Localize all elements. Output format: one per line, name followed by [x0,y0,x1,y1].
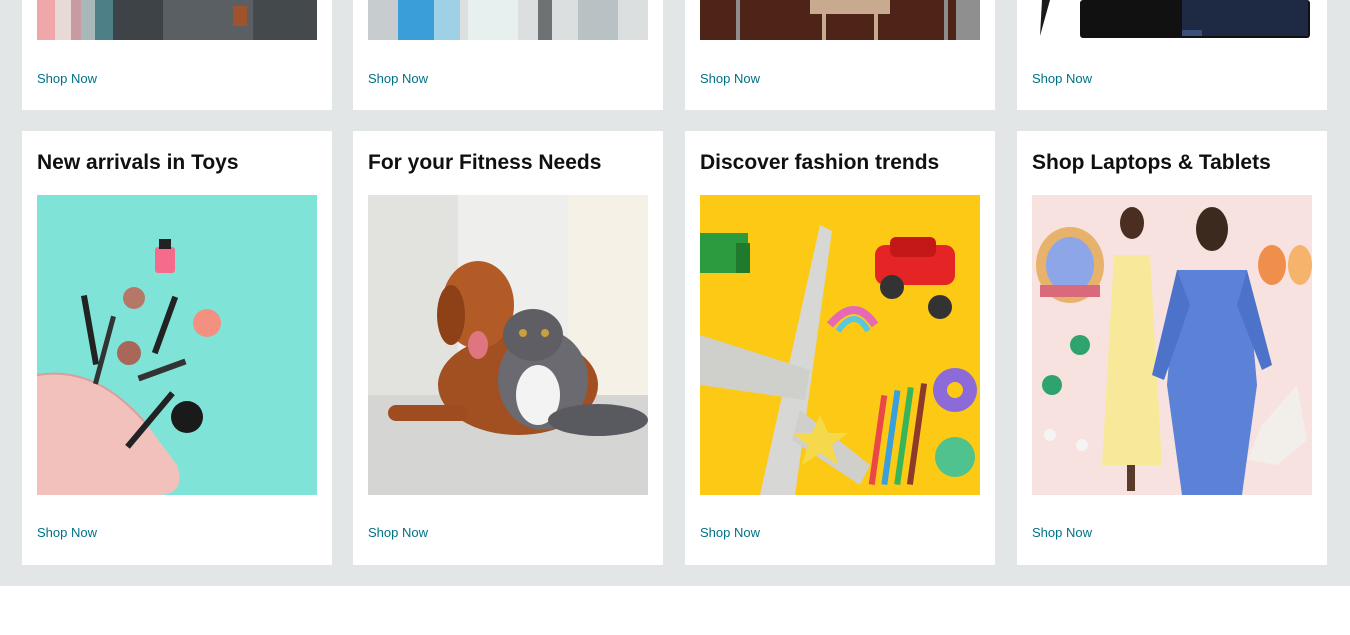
toys-image[interactable] [700,195,980,495]
shop-now-link[interactable]: Shop Now [37,71,97,86]
shop-now-link[interactable]: Shop Now [368,525,428,540]
card-title: For your Fitness Needs [368,151,602,174]
card-fitness: For your Fitness Needs Shop Now [353,131,663,565]
top-card-1: Shop Now [22,0,332,110]
furniture-products-image[interactable] [700,0,980,40]
shop-now-link[interactable]: Shop Now [700,71,760,86]
content-band: Shop Now Shop Now Shop Now Shop Now New … [0,0,1350,586]
shop-now-link[interactable]: Shop Now [1032,525,1092,540]
shop-now-link[interactable]: Shop Now [700,525,760,540]
card-fashion: Discover fashion trends Shop Now [685,131,995,565]
card-toys: New arrivals in Toys Shop Now [22,131,332,565]
appliance-products-image[interactable] [368,0,648,40]
card-title: New arrivals in Toys [37,151,239,174]
tablet-products-image[interactable] [1032,0,1312,40]
dog-and-cat-image[interactable] [368,195,648,495]
card-title: Discover fashion trends [700,151,940,174]
headphones-products-image[interactable] [37,0,317,40]
shop-now-link[interactable]: Shop Now [37,525,97,540]
card-title: Shop Laptops & Tablets [1032,151,1271,174]
top-card-2: Shop Now [353,0,663,110]
card-laptops: Shop Laptops & Tablets Shop Now [1017,131,1327,565]
shop-now-link[interactable]: Shop Now [1032,71,1092,86]
shop-now-link[interactable]: Shop Now [368,71,428,86]
fashion-models-image[interactable] [1032,195,1312,495]
cosmetics-image[interactable] [37,195,317,495]
top-card-4: Shop Now [1017,0,1327,110]
top-card-3: Shop Now [685,0,995,110]
